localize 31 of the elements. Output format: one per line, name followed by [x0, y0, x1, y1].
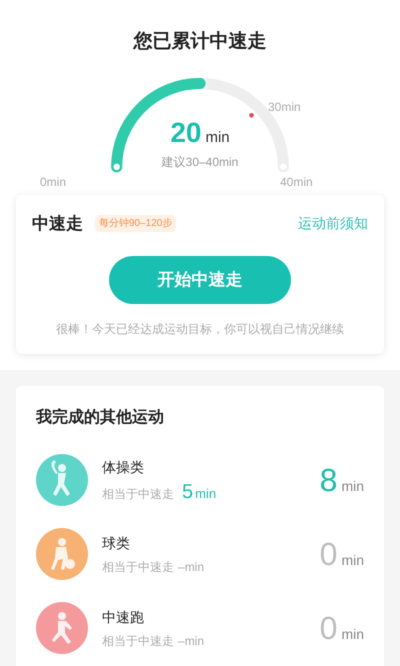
goal-label: 30min [268, 98, 301, 116]
equivalent-value: – [178, 632, 185, 650]
sport-minutes: 0 [320, 538, 338, 570]
sport-minutes-unit: min [341, 624, 364, 644]
precautions-link[interactable]: 运动前须知 [298, 212, 368, 234]
sport-name: 体操类 [102, 458, 145, 477]
sport-minutes-unit: min [341, 476, 364, 496]
pace-badge: 每分钟90–120步 [95, 214, 176, 232]
equivalent-label: 相当于中速走 [102, 486, 174, 503]
equivalent-value: 5 [182, 482, 194, 502]
equivalent-label: 相当于中速走 [102, 632, 174, 650]
suggestion-text: 建议30–40min [162, 154, 238, 171]
equivalent-value: – [178, 558, 185, 576]
sport-name: 球类 [102, 534, 131, 552]
section-title: 我完成的其他运动 [36, 407, 165, 428]
activity-title: 中速走 [32, 212, 83, 234]
equivalent-unit: min [184, 632, 204, 650]
goal-message: 很棒！今天已经达成运动目标，你可以视自己情况继续 [56, 321, 344, 338]
total-minutes: 20 [170, 118, 202, 146]
sport-minutes-unit: min [341, 550, 364, 570]
start-button[interactable]: 开始中速走 [109, 256, 291, 304]
sport-minutes: 0 [320, 612, 338, 644]
sport-minutes: 8 [320, 464, 338, 496]
scale-end-label: 40min [280, 174, 313, 190]
minutes-unit: min [205, 128, 230, 148]
scale-start-label: 0min [40, 174, 66, 190]
sport-name: 中速跑 [102, 608, 145, 626]
equivalent-unit: min [195, 484, 216, 503]
equivalent-unit: min [184, 558, 204, 576]
equivalent-label: 相当于中速走 [102, 558, 174, 576]
summary-title: 您已累计中速走 [134, 30, 266, 54]
